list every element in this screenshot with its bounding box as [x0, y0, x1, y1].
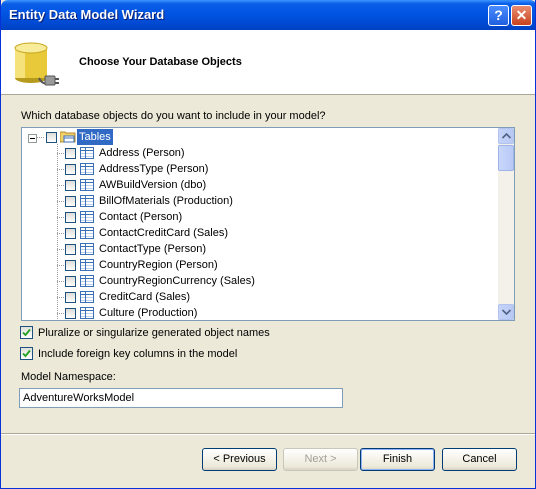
tree-connector — [57, 169, 65, 170]
item-checkbox[interactable] — [65, 276, 76, 287]
tree-rows: Tables Address (Person) AddressType (Per… — [22, 128, 498, 320]
tree-connector — [57, 249, 65, 250]
table-icon — [80, 291, 94, 303]
item-label: ContactCreditCard (Sales) — [99, 227, 228, 239]
tree-item[interactable]: ContactType (Person) — [22, 241, 498, 257]
tree-connector — [57, 201, 65, 202]
cancel-button[interactable]: Cancel — [442, 448, 517, 471]
item-label: BillOfMaterials (Production) — [99, 195, 233, 207]
table-icon — [80, 307, 94, 319]
tree-item[interactable]: CountryRegionCurrency (Sales) — [22, 273, 498, 289]
item-checkbox[interactable] — [65, 164, 76, 175]
item-label: AddressType (Person) — [99, 163, 209, 175]
table-icon — [80, 195, 94, 207]
tree-item[interactable]: BillOfMaterials (Production) — [22, 193, 498, 209]
scroll-up-button[interactable] — [498, 128, 514, 144]
database-objects-tree[interactable]: Tables Address (Person) AddressType (Per… — [21, 127, 515, 321]
item-label: Contact (Person) — [99, 211, 183, 223]
table-icon — [80, 243, 94, 255]
pluralize-checkbox[interactable] — [20, 326, 33, 339]
item-label: CreditCard (Sales) — [99, 291, 191, 303]
close-button[interactable]: ✕ — [511, 5, 532, 26]
title-bar[interactable]: Entity Data Model Wizard ? ✕ — [1, 0, 535, 30]
item-checkbox[interactable] — [65, 212, 76, 223]
tree-item[interactable]: CreditCard (Sales) — [22, 289, 498, 305]
item-label: Culture (Production) — [99, 307, 198, 319]
wizard-header: Choose Your Database Objects — [1, 30, 535, 95]
item-label: CountryRegion (Person) — [99, 259, 218, 271]
tables-folder-icon — [60, 131, 76, 143]
namespace-label: Model Namespace: — [21, 371, 116, 383]
tree-item[interactable]: Culture (Production) — [22, 305, 498, 320]
item-checkbox[interactable] — [65, 244, 76, 255]
item-checkbox[interactable] — [65, 196, 76, 207]
previous-button[interactable]: < Previous — [202, 448, 277, 471]
tree-item[interactable]: AddressType (Person) — [22, 161, 498, 177]
wizard-window: Entity Data Model Wizard ? ✕ Choose Your… — [0, 0, 536, 489]
table-icon — [80, 147, 94, 159]
table-icon — [80, 211, 94, 223]
tree-connector — [57, 297, 65, 298]
help-icon: ? — [494, 7, 503, 23]
footer-separator — [1, 433, 535, 435]
item-checkbox[interactable] — [65, 292, 76, 303]
table-icon — [80, 227, 94, 239]
foreign-keys-label[interactable]: Include foreign key columns in the model — [38, 348, 237, 360]
checkmark-icon — [22, 328, 31, 337]
item-checkbox[interactable] — [65, 148, 76, 159]
tree-item[interactable]: CountryRegion (Person) — [22, 257, 498, 273]
help-button[interactable]: ? — [488, 5, 509, 26]
item-label: Address (Person) — [99, 147, 185, 159]
item-checkbox[interactable] — [65, 180, 76, 191]
window-title: Entity Data Model Wizard — [9, 7, 165, 22]
table-icon — [80, 259, 94, 271]
tree-item[interactable]: Contact (Person) — [22, 209, 498, 225]
tree-item[interactable]: Address (Person) — [22, 145, 498, 161]
namespace-input[interactable] — [19, 388, 343, 408]
tables-label: Tables — [77, 129, 113, 145]
checkmark-icon — [22, 349, 31, 358]
item-label: ContactType (Person) — [99, 243, 206, 255]
tree-scrollbar[interactable] — [498, 128, 514, 320]
item-checkbox[interactable] — [65, 228, 76, 239]
tables-checkbox[interactable] — [46, 132, 57, 143]
next-button[interactable]: Next > — [283, 448, 358, 471]
tree-item[interactable]: ContactCreditCard (Sales) — [22, 225, 498, 241]
foreign-keys-checkbox[interactable] — [20, 347, 33, 360]
chevron-up-icon — [502, 133, 511, 139]
collapse-toggle-icon[interactable] — [28, 134, 37, 143]
scroll-thumb[interactable] — [498, 145, 514, 171]
close-icon: ✕ — [515, 7, 528, 23]
page-title: Choose Your Database Objects — [79, 56, 242, 68]
tree-item[interactable]: AWBuildVersion (dbo) — [22, 177, 498, 193]
objects-prompt: Which database objects do you want to in… — [21, 110, 326, 122]
scroll-down-button[interactable] — [498, 304, 514, 320]
item-checkbox[interactable] — [65, 308, 76, 319]
tree-connector — [57, 233, 65, 234]
finish-button[interactable]: Finish — [360, 448, 435, 471]
pluralize-label[interactable]: Pluralize or singularize generated objec… — [38, 327, 270, 339]
tree-root-row[interactable]: Tables — [22, 129, 498, 145]
item-label: AWBuildVersion (dbo) — [99, 179, 207, 191]
table-icon — [80, 275, 94, 287]
tree-connector — [57, 217, 65, 218]
tree-connector — [57, 185, 65, 186]
tree-connector — [57, 153, 65, 154]
tree-connector — [57, 281, 65, 282]
table-icon — [80, 163, 94, 175]
database-plug-icon — [14, 42, 59, 86]
tree-connector — [57, 265, 65, 266]
chevron-down-icon — [502, 309, 511, 315]
table-icon — [80, 179, 94, 191]
item-label: CountryRegionCurrency (Sales) — [99, 275, 255, 287]
tree-connector — [57, 313, 65, 314]
item-checkbox[interactable] — [65, 260, 76, 271]
